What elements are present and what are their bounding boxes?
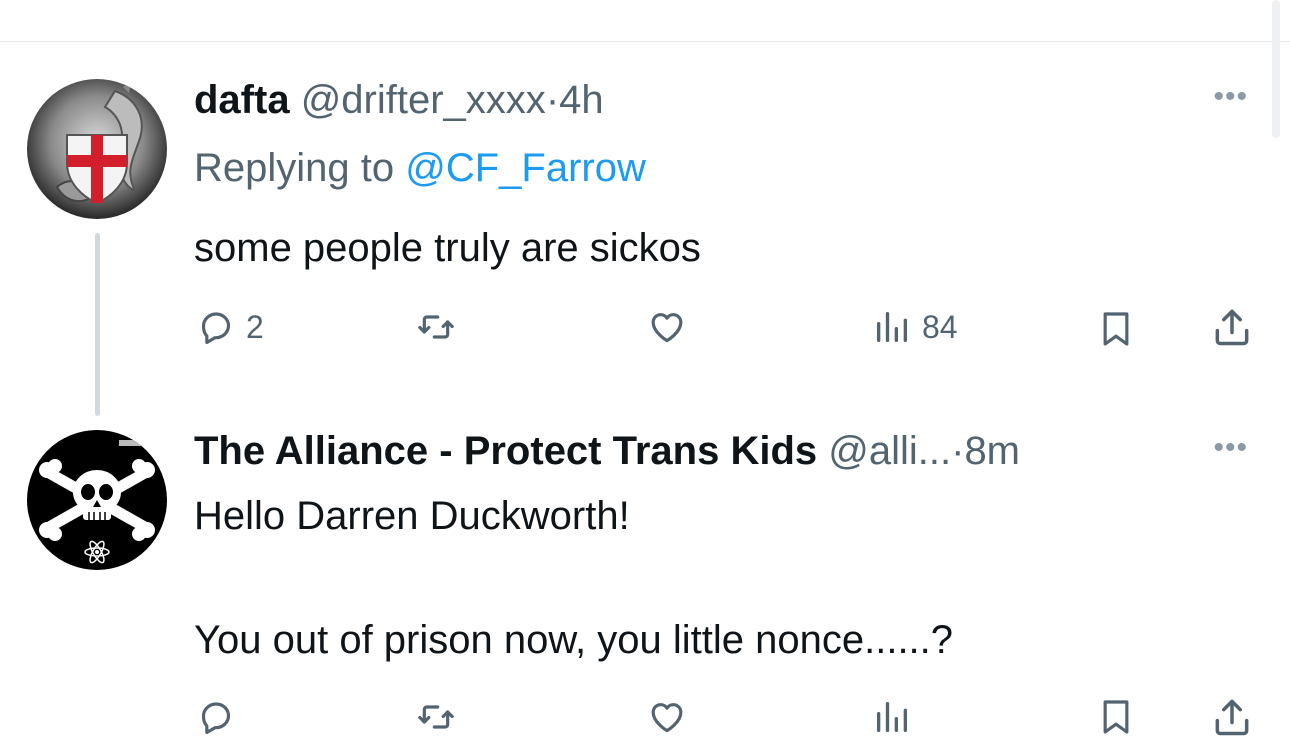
views-icon (877, 702, 907, 732)
skull-crossbones-icon (27, 430, 167, 570)
share-icon (1215, 309, 1249, 346)
avatar-dafta[interactable] (27, 79, 167, 219)
mention-link[interactable]: @CF_Farrow (405, 146, 646, 190)
reply-button[interactable] (196, 697, 246, 737)
views-icon (877, 312, 907, 342)
retweet-icon (418, 315, 454, 339)
reply-icon (201, 312, 231, 345)
more-options-icon[interactable]: ••• (1213, 431, 1248, 465)
reply-button[interactable]: 2 (196, 307, 264, 347)
share-button[interactable] (1210, 305, 1254, 349)
thread-line (95, 233, 100, 416)
tweet-text: some people truly are sickos (194, 226, 701, 270)
tweet-text-line-1: Hello Darren Duckworth! (194, 494, 630, 538)
scrollbar[interactable] (1272, 0, 1280, 138)
timestamp[interactable]: 4h (559, 78, 604, 122)
tweet-header: dafta @drifter_xxxx·4h (194, 76, 604, 124)
author-name[interactable]: dafta (194, 78, 290, 122)
heart-icon (651, 703, 683, 733)
heart-icon (651, 313, 683, 343)
share-icon (1215, 699, 1249, 736)
tweet-text-line-2: You out of prison now, you little nonce.… (194, 618, 954, 662)
reply-count: 2 (246, 308, 264, 345)
tweet-header: The Alliance - Protect Trans Kids @alli.… (194, 427, 1020, 475)
separator: · (545, 78, 560, 122)
replying-to-label: Replying to (194, 146, 395, 190)
like-button[interactable] (646, 697, 698, 737)
dragon-shield-icon (27, 79, 167, 219)
retweet-button[interactable] (415, 697, 467, 737)
separator: · (951, 429, 965, 473)
bookmark-icon (1103, 700, 1129, 734)
bookmark-button[interactable] (1096, 307, 1136, 351)
author-name[interactable]: The Alliance - Protect Trans Kids (194, 429, 817, 473)
top-divider (0, 41, 1290, 42)
views-count: 84 (922, 308, 958, 345)
more-options-icon[interactable]: ••• (1213, 80, 1248, 114)
retweet-icon (418, 705, 454, 729)
bookmark-button[interactable] (1096, 695, 1136, 739)
replying-to: Replying to @CF_Farrow (194, 143, 646, 193)
retweet-button[interactable] (415, 307, 467, 347)
author-handle[interactable]: @alli... (828, 429, 951, 473)
timestamp[interactable]: 8m (964, 429, 1020, 473)
author-handle[interactable]: @drifter_xxxx (301, 78, 546, 122)
like-button[interactable] (646, 307, 698, 347)
reply-icon (201, 702, 231, 735)
views-button[interactable]: 84 (872, 307, 958, 347)
share-button[interactable] (1210, 695, 1254, 739)
avatar-the-alliance[interactable] (27, 430, 167, 570)
bookmark-icon (1103, 312, 1129, 346)
views-button[interactable] (872, 697, 922, 737)
